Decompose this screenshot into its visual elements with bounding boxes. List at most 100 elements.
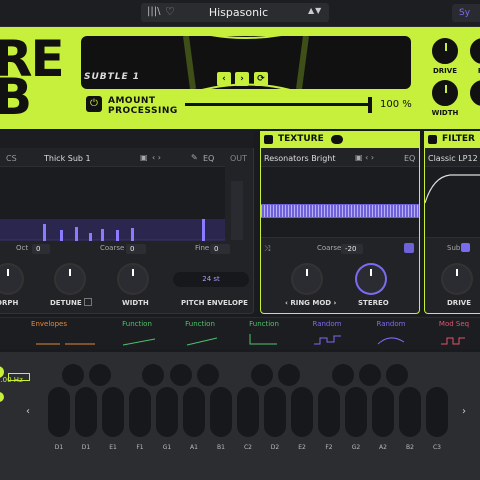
scroll-right-icon[interactable]: ›	[462, 406, 466, 417]
white-key[interactable]	[156, 387, 178, 437]
mod-tab-random-1[interactable]: Random	[295, 320, 359, 328]
white-key[interactable]	[426, 387, 448, 437]
detune-knob-label: DETUNE	[50, 299, 82, 307]
amount-slider[interactable]	[185, 103, 371, 106]
amount-label-line2: PROCESSING	[108, 106, 178, 116]
shuffle-icon[interactable]: ⤨	[264, 244, 270, 254]
library-icon[interactable]: |||\	[147, 6, 160, 17]
white-key[interactable]	[75, 387, 97, 437]
note-label: F2	[325, 444, 333, 451]
white-key[interactable]	[372, 387, 394, 437]
mod-tab-function-3[interactable]: Function	[232, 320, 296, 328]
texture-title: TEXTURE	[278, 134, 324, 144]
black-pad[interactable]	[62, 364, 84, 386]
oct-label: Oct	[16, 244, 29, 252]
amount-value: 100 %	[380, 99, 412, 110]
next-snapshot-button[interactable]: ›	[235, 72, 249, 86]
prev-snapshot-button[interactable]: ‹	[217, 72, 231, 86]
filter-power-icon[interactable]	[428, 135, 437, 144]
heart-icon[interactable]: ♡	[165, 5, 175, 18]
black-pad[interactable]	[89, 364, 111, 386]
randomize-button[interactable]: ⟳	[254, 72, 268, 86]
osc-out-meter[interactable]	[231, 181, 243, 240]
texture-power-icon[interactable]	[264, 135, 273, 144]
black-pad[interactable]	[142, 364, 164, 386]
snapshot-label: SUBTLE 1	[84, 72, 141, 82]
osc-title-bar	[0, 131, 254, 148]
ring-mod-label: ‹ RING MOD ›	[285, 299, 337, 307]
coarse-value[interactable]: 0	[126, 244, 146, 254]
osc-spectrum	[0, 219, 225, 241]
white-key[interactable]	[102, 387, 124, 437]
sync-tag[interactable]: Sy	[452, 4, 480, 22]
lfo-rate-value[interactable]: 5.00 Hz	[0, 376, 23, 384]
filter-drive-knob[interactable]	[443, 265, 471, 293]
black-pad[interactable]	[359, 364, 381, 386]
stereo-knob[interactable]	[357, 265, 385, 293]
title-logo-line2: B	[0, 68, 32, 126]
morph-knob-label: ORPH	[0, 299, 19, 307]
amount-label-line1: AMOUNT	[108, 96, 156, 106]
save-icon[interactable]: ▣	[140, 153, 148, 162]
black-pad[interactable]	[170, 364, 192, 386]
white-key[interactable]	[237, 387, 259, 437]
white-key[interactable]	[48, 387, 70, 437]
note-label: E1	[109, 444, 117, 451]
prev-preset-icon[interactable]: ‹ ›	[152, 153, 161, 162]
ring-mod-knob[interactable]	[293, 265, 321, 293]
white-key[interactable]	[345, 387, 367, 437]
scroll-left-icon[interactable]: ‹	[26, 406, 30, 417]
width-knob-osc[interactable]	[119, 265, 147, 293]
pitch-envelope-amount[interactable]: 24 st	[173, 272, 249, 287]
white-key[interactable]	[318, 387, 340, 437]
osc-title: CS	[6, 154, 17, 163]
mod-tab-mod-seq[interactable]: Mod Seq	[422, 320, 480, 328]
sub-label: Sub	[447, 244, 461, 252]
osc-waveform-display	[0, 166, 225, 241]
texture-preset-name[interactable]: Resonators Bright	[264, 154, 335, 163]
texture-waveform-display	[261, 166, 419, 238]
texture-coarse-value[interactable]: -20	[341, 244, 363, 254]
fine-label: Fine	[195, 244, 210, 252]
white-key[interactable]	[399, 387, 421, 437]
detune-knob[interactable]	[56, 265, 84, 293]
mod-tab-random-2[interactable]: Random	[359, 320, 423, 328]
edit-icon[interactable]: ✎	[191, 153, 198, 162]
mod-tab-function-1[interactable]: Function	[105, 320, 169, 328]
d-knob-label: D	[463, 109, 480, 117]
white-key[interactable]	[183, 387, 205, 437]
width-knob[interactable]	[432, 80, 458, 106]
black-pad[interactable]	[197, 364, 219, 386]
texture-eq-button[interactable]: EQ	[404, 154, 415, 163]
black-pad[interactable]	[278, 364, 300, 386]
filter-drive-label: DRIVE	[447, 299, 472, 307]
drive-knob[interactable]	[432, 38, 458, 64]
white-key[interactable]	[264, 387, 286, 437]
sub-toggle[interactable]	[461, 243, 470, 252]
filter-preset-name[interactable]: Classic LP12	[428, 154, 478, 163]
black-pad[interactable]	[386, 364, 408, 386]
osc-preset-name[interactable]: Thick Sub 1	[44, 154, 91, 163]
keyboard-icon[interactable]	[404, 243, 414, 253]
fine-value[interactable]: 0	[210, 244, 230, 254]
white-key[interactable]	[210, 387, 232, 437]
mod-tab-envelopes[interactable]: Envelopes	[17, 320, 81, 328]
osc-out-label: OUT	[230, 154, 248, 163]
white-key[interactable]	[129, 387, 151, 437]
power-icon[interactable]: ⏻	[86, 96, 102, 112]
texture-save-icon[interactable]: ▣ ‹ ›	[355, 153, 374, 162]
freq-knob-label: FR	[463, 67, 480, 75]
preset-name[interactable]: Hispasonic	[191, 6, 286, 19]
link-icon[interactable]	[84, 298, 92, 306]
oct-value[interactable]: 0	[32, 244, 50, 254]
mod-tab-function-2[interactable]: Function	[168, 320, 232, 328]
osc-eq-button[interactable]: EQ	[203, 154, 214, 163]
preset-arrows-icon[interactable]: ▲▼	[308, 6, 322, 15]
black-pad[interactable]	[251, 364, 273, 386]
white-key[interactable]	[291, 387, 313, 437]
texture-toggle[interactable]	[331, 135, 343, 144]
note-label: B1	[217, 444, 225, 451]
preset-browser[interactable]: |||\ ♡ Hispasonic ▲▼	[141, 3, 329, 22]
amount-slider-handle[interactable]	[368, 97, 372, 113]
black-pad[interactable]	[332, 364, 354, 386]
